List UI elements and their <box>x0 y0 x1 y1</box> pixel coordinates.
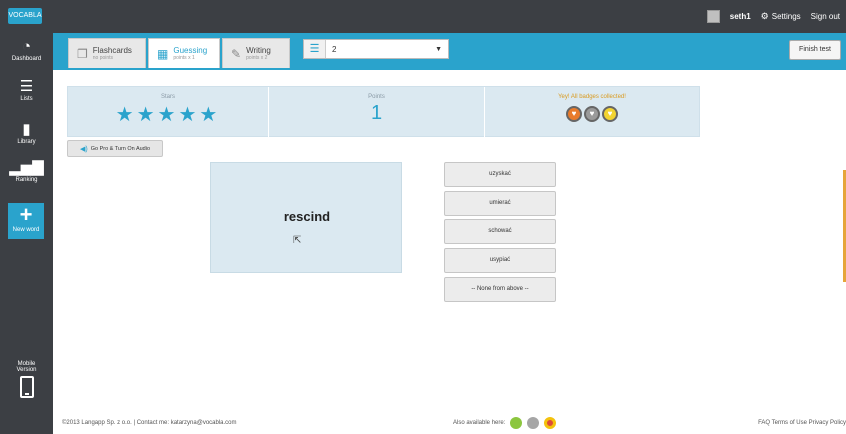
username-link[interactable]: seth1 <box>730 12 751 21</box>
new-word-label: New word <box>12 227 40 233</box>
sidebar-item-label: Ranking <box>15 177 38 183</box>
points-section: Points 1 <box>268 87 484 138</box>
new-word-button[interactable]: + New word <box>8 203 44 239</box>
sidebar-item-ranking[interactable]: ▂▅▇ Ranking <box>0 159 53 183</box>
sidebar: ◔ Dashboard ☰ Lists ▮ Library ▂▅▇ Rankin… <box>0 33 53 434</box>
gauge-icon: ◔ <box>21 38 32 55</box>
settings-label: Settings <box>771 12 801 21</box>
version-label: Version <box>16 367 37 373</box>
sidebar-item-lists[interactable]: ☰ Lists <box>0 78 53 102</box>
tab-subtitle: no points <box>92 55 114 61</box>
android-icon[interactable] <box>510 417 523 429</box>
stats-panel: Stars ★★★★★ Points 1 Yey! All badges col… <box>67 86 700 138</box>
list-select[interactable]: ☰ 2 ▼ <box>303 39 449 59</box>
avatar[interactable] <box>706 10 720 23</box>
settings-link[interactable]: ⚙ Settings <box>761 11 801 22</box>
question-word: rescind <box>283 209 331 224</box>
phone-icon <box>19 376 34 398</box>
speaker-icon: ◀) <box>79 145 88 153</box>
tab-writing[interactable]: ✎ Writing points x 2 <box>222 38 290 68</box>
signout-link[interactable]: Sign out <box>811 12 840 21</box>
stars-section: Stars ★★★★★ <box>68 87 268 138</box>
badge-orange-icon[interactable]: ♥ <box>566 106 582 122</box>
word-card: rescind ⇱ <box>210 162 402 273</box>
finish-test-button[interactable]: Finish test <box>789 40 841 60</box>
ranking-icon: ▂▅▇ <box>9 159 44 176</box>
tab-subtitle: points x 2 <box>246 55 268 61</box>
badges-label: Yey! All badges collected! <box>558 94 626 100</box>
list-select-value: 2 <box>332 44 337 54</box>
top-bar: VOCABLA seth1 ⚙ Settings Sign out <box>0 0 846 33</box>
tab-guessing[interactable]: ▦ Guessing points x 1 <box>148 38 220 68</box>
user-area: seth1 ⚙ Settings Sign out <box>706 0 846 33</box>
badges-section: Yey! All badges collected! ♥ ♥ ♥ <box>484 87 699 138</box>
mobile-version-link[interactable]: Mobile Version <box>0 361 53 398</box>
answer-option[interactable]: umierać <box>444 191 556 216</box>
none-from-above-option[interactable]: -- None from above -- <box>444 277 556 302</box>
answer-option[interactable]: usypiać <box>444 248 556 273</box>
tab-flashcards[interactable]: ❐ Flashcards no points <box>68 38 146 68</box>
footer-copyright: ©2013 Langapp Sp. z o.o. | Contact me: k… <box>62 420 237 426</box>
mouse-cursor-icon: ⇱ <box>293 235 302 246</box>
footer-available: Also available here: <box>453 417 557 429</box>
sidebar-item-library[interactable]: ▮ Library <box>0 121 53 145</box>
vocabla-logo[interactable]: VOCABLA <box>8 8 42 24</box>
chevron-down-icon: ▼ <box>435 45 442 53</box>
sidebar-item-label: Dashboard <box>11 56 42 62</box>
stars-rating: ★★★★★ <box>115 104 221 126</box>
points-label: Points <box>368 94 385 100</box>
tab-title: Writing <box>246 46 271 55</box>
apple-icon[interactable] <box>527 417 540 429</box>
points-value: 1 <box>370 102 383 124</box>
library-icon: ▮ <box>22 121 31 138</box>
badge-yellow-icon[interactable]: ♥ <box>602 106 618 122</box>
tab-title: Guessing <box>173 46 208 55</box>
tab-title: Flashcards <box>92 46 132 55</box>
sidebar-item-dashboard[interactable]: ◔ Dashboard <box>0 38 53 62</box>
writing-icon: ✎ <box>231 46 242 61</box>
badges-row: ♥ ♥ ♥ <box>485 106 699 122</box>
gear-icon: ⚙ <box>760 11 769 21</box>
guessing-icon: ▦ <box>157 46 169 61</box>
list-icon: ☰ <box>304 40 326 58</box>
answer-option[interactable]: schować <box>444 219 556 244</box>
mode-bar: ❐ Flashcards no points ▦ Guessing points… <box>53 33 846 70</box>
tab-subtitle: points x 1 <box>173 55 195 61</box>
audio-label: Go Pro & Turn On Audio <box>90 145 151 152</box>
answer-option[interactable]: uzyskać <box>444 162 556 187</box>
list-icon: ☰ <box>19 78 34 95</box>
chrome-icon[interactable] <box>544 417 557 429</box>
flashcards-icon: ❐ <box>77 46 88 61</box>
sidebar-item-label: Lists <box>20 96 33 102</box>
plus-icon: + <box>19 202 33 227</box>
stars-label: Stars <box>160 94 175 100</box>
badge-gray-icon[interactable]: ♥ <box>584 106 600 122</box>
footer-links[interactable]: FAQ Terms of Use Privacy Policy <box>758 420 846 426</box>
go-pro-audio-button[interactable]: ◀) Go Pro & Turn On Audio <box>67 140 163 157</box>
sidebar-item-label: Library <box>17 139 36 145</box>
available-label: Also available here: <box>453 420 506 426</box>
